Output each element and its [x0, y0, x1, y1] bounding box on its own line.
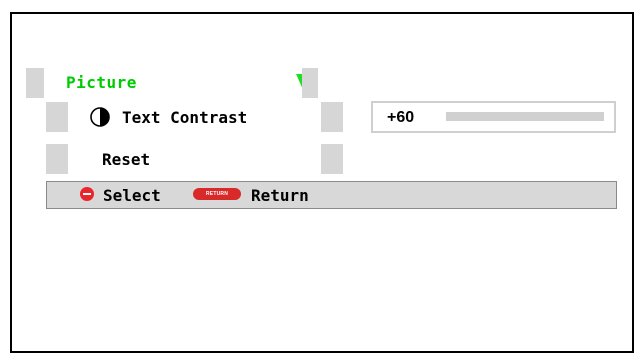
menu-item-text-contrast[interactable]: Text Contrast — [46, 102, 343, 132]
menu-item-reset[interactable]: Reset — [46, 144, 343, 174]
button-guide-bar: Select RETURN Return — [46, 181, 617, 209]
contrast-value: +60 — [387, 109, 415, 126]
menu-header-picture[interactable]: Picture — [26, 68, 318, 98]
contrast-value-box[interactable]: +60 — [371, 101, 616, 133]
header-left-cap — [26, 68, 44, 98]
contrast-level-bar[interactable] — [446, 112, 604, 121]
item-left-cap — [46, 102, 68, 132]
header-right-cap — [302, 68, 318, 98]
return-button-icon: RETURN — [193, 188, 241, 200]
return-label: Return — [251, 186, 309, 205]
contrast-level-fill — [446, 112, 604, 121]
menu-header-label: Picture — [66, 73, 137, 92]
menu-item-label: Reset — [102, 150, 151, 169]
contrast-icon — [90, 107, 110, 127]
menu-item-label: Text Contrast — [122, 108, 248, 127]
item-left-cap — [46, 144, 68, 174]
item-right-cap — [321, 102, 343, 132]
select-button-icon — [80, 187, 94, 201]
select-label: Select — [103, 186, 161, 205]
item-right-cap — [321, 144, 343, 174]
